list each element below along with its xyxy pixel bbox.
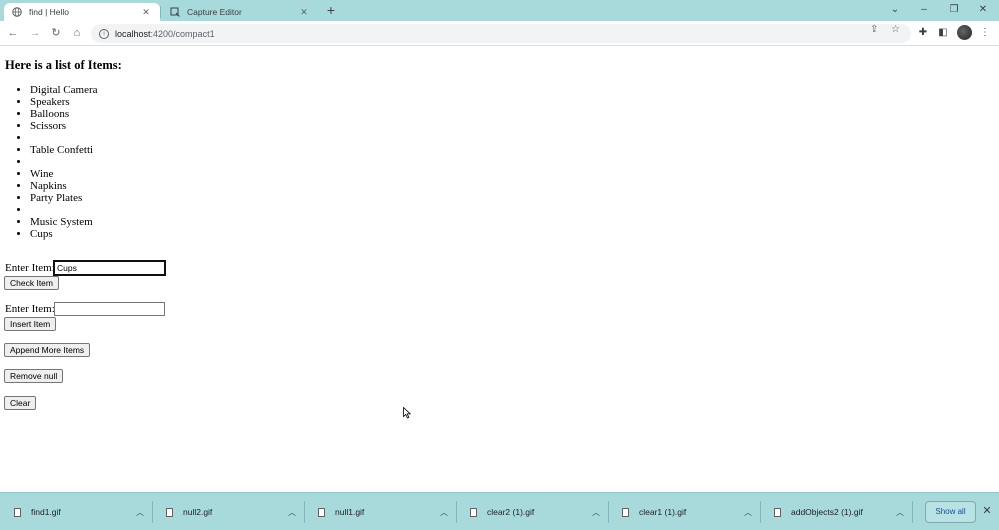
file-icon <box>318 507 325 517</box>
extensions-puzzle-icon[interactable]: ✚ <box>915 25 931 41</box>
download-item[interactable]: clear2 (1).gif ︿ <box>456 493 606 530</box>
download-filename: find1.gif <box>31 507 61 517</box>
check-item-label: Enter Item: <box>5 262 55 274</box>
file-icon <box>166 507 173 517</box>
chevron-up-icon[interactable]: ︿ <box>890 507 910 518</box>
download-filename: addObjects2 (1).gif <box>791 507 863 517</box>
download-item[interactable]: find1.gif ︿ <box>0 493 150 530</box>
item-list: Digital Camera Speakers Balloons Scissor… <box>30 84 98 240</box>
profile-avatar[interactable] <box>957 25 972 40</box>
download-divider <box>912 501 913 523</box>
insert-item-button[interactable]: Insert Item <box>4 317 57 331</box>
url-host: localhost <box>115 28 151 39</box>
show-all-downloads-button[interactable]: Show all <box>925 501 976 523</box>
tab-divider <box>160 6 161 18</box>
file-icon <box>622 507 629 517</box>
side-panel-icon[interactable]: ◧ <box>935 25 951 41</box>
download-filename: null1.gif <box>335 507 365 517</box>
mouse-pointer-icon <box>403 407 411 419</box>
list-item: Music System <box>30 216 98 228</box>
browser-toolbar: ← → ↻ ⌂ i localhost:4200/compact1 ⇪ ☆ ✚ … <box>0 21 999 46</box>
tab-search-chevron-icon[interactable]: ⌄ <box>880 0 910 21</box>
list-item: Party Plates <box>30 192 98 204</box>
file-icon <box>774 507 781 517</box>
list-item: Scissors <box>30 120 98 132</box>
append-more-items-button[interactable]: Append More Items <box>4 343 91 357</box>
forward-button[interactable]: → <box>27 25 43 41</box>
clear-button[interactable]: Clear <box>4 396 37 410</box>
tab-title: Capture Editor <box>187 7 242 17</box>
insert-item-input[interactable] <box>54 302 165 316</box>
bookmark-star-icon[interactable]: ☆ <box>891 24 900 35</box>
close-window-button[interactable]: ✕ <box>968 0 998 21</box>
chevron-up-icon[interactable]: ︿ <box>434 507 454 518</box>
restore-button[interactable]: ❐ <box>939 0 969 21</box>
list-item: Balloons <box>30 108 98 120</box>
home-icon[interactable]: ⌂ <box>69 25 85 41</box>
list-item: Wine <box>30 168 98 180</box>
download-item[interactable]: addObjects2 (1).gif ︿ <box>760 493 910 530</box>
file-icon <box>14 507 21 517</box>
download-item[interactable]: clear1 (1).gif ︿ <box>608 493 758 530</box>
url-path: :4200/compact1 <box>150 28 215 39</box>
file-icon <box>470 507 477 517</box>
insert-item-label: Enter Item: <box>5 303 55 315</box>
back-button[interactable]: ← <box>5 25 21 41</box>
close-tab-icon[interactable]: ✕ <box>298 7 310 18</box>
check-item-input[interactable] <box>53 260 166 276</box>
tab-strip: find | Hello ✕ Capture Editor ✕ + ⌄ – ❐ … <box>0 0 999 21</box>
chevron-up-icon[interactable]: ︿ <box>282 507 302 518</box>
download-item[interactable]: null2.gif ︿ <box>152 493 302 530</box>
new-tab-button[interactable]: + <box>322 1 340 19</box>
list-item: Speakers <box>30 96 98 108</box>
site-info-icon[interactable]: i <box>99 28 109 39</box>
minimize-button[interactable]: – <box>909 0 939 21</box>
tab-title: find | Hello <box>29 7 70 17</box>
check-item-button[interactable]: Check Item <box>4 276 59 290</box>
list-item: Digital Camera <box>30 84 98 96</box>
more-menu-icon[interactable]: ⋮ <box>977 25 993 41</box>
tab-find-hello[interactable]: find | Hello ✕ <box>4 3 160 21</box>
page-content: Here is a list of Items: Digital Camera … <box>0 47 999 492</box>
download-filename: clear2 (1).gif <box>487 507 535 517</box>
share-icon[interactable]: ⇪ <box>870 24 878 35</box>
address-bar[interactable]: i localhost:4200/compact1 <box>91 24 911 43</box>
download-filename: clear1 (1).gif <box>639 507 687 517</box>
download-bar: find1.gif ︿ null2.gif ︿ null1.gif ︿ clea… <box>0 492 999 530</box>
list-item <box>30 156 98 168</box>
tab-capture-editor[interactable]: Capture Editor ✕ <box>162 3 318 21</box>
page-title: Here is a list of Items: <box>5 58 122 72</box>
download-filename: null2.gif <box>183 507 213 517</box>
list-item: Napkins <box>30 180 98 192</box>
remove-null-button[interactable]: Remove null <box>4 369 64 383</box>
list-item <box>30 204 98 216</box>
close-download-bar-icon[interactable]: ✕ <box>981 503 993 519</box>
chevron-up-icon[interactable]: ︿ <box>738 507 758 518</box>
globe-icon <box>12 7 22 17</box>
download-item[interactable]: null1.gif ︿ <box>304 493 454 530</box>
reload-button[interactable]: ↻ <box>48 25 64 41</box>
chevron-up-icon[interactable]: ︿ <box>130 507 150 518</box>
list-item: Cups <box>30 228 98 240</box>
list-item <box>30 132 98 144</box>
chevron-up-icon[interactable]: ︿ <box>586 507 606 518</box>
list-item: Table Confetti <box>30 144 98 156</box>
capture-icon <box>170 7 180 17</box>
close-tab-icon[interactable]: ✕ <box>140 7 152 18</box>
